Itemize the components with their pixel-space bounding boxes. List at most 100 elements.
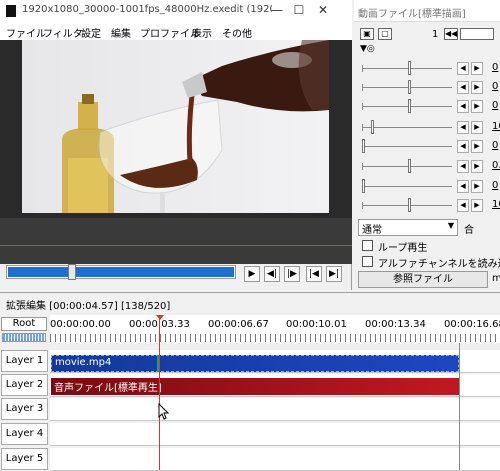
layer-label[interactable]: Layer 3 [1, 398, 48, 420]
frame-field[interactable] [460, 28, 494, 40]
decrement-icon[interactable]: ◀ [457, 160, 469, 173]
clip-icon[interactable]: ▢ [378, 28, 392, 40]
mouse-pointer-icon [158, 403, 170, 420]
slider-knob[interactable] [362, 139, 365, 153]
next-frame-icon[interactable]: |▶ [284, 266, 300, 282]
increment-icon[interactable]: ▶ [471, 62, 483, 75]
decrement-icon[interactable]: ◀ [457, 180, 469, 193]
playhead-line[interactable] [159, 315, 160, 470]
decrement-icon[interactable]: ◀ [457, 199, 469, 212]
layer-label[interactable]: Layer 2 [1, 374, 48, 396]
decrement-icon[interactable]: ◀ [457, 121, 469, 134]
video-clip[interactable]: movie.mp4 [51, 355, 459, 372]
menu-filter[interactable]: フィルタ [43, 25, 83, 40]
decrement-icon[interactable]: ◀ [457, 140, 469, 153]
slider-track[interactable] [362, 143, 452, 150]
timeline-title: 拡張編集 [00:00:04.57] [138/520] [6, 301, 171, 312]
decrement-icon[interactable]: ◀ [457, 81, 469, 94]
video-preview-area [0, 40, 352, 218]
slider-value[interactable]: 0 [492, 62, 498, 73]
slider-value[interactable]: 0.0 [492, 160, 500, 171]
slider-knob[interactable] [407, 99, 411, 113]
slider-value[interactable]: 0 [492, 180, 498, 191]
frame-back-icon[interactable]: ◀◀ [444, 28, 458, 40]
play-icon[interactable]: ▶ [244, 266, 260, 282]
chevron-down-icon[interactable]: ▼ [448, 221, 454, 230]
increment-icon[interactable]: ▶ [471, 140, 483, 153]
increment-icon[interactable]: ▶ [471, 81, 483, 94]
increment-icon[interactable]: ▶ [471, 160, 483, 173]
menu-other[interactable]: その他 [222, 25, 252, 40]
blend-mode-select[interactable]: 通常 ▼ [358, 219, 458, 236]
menu-profile[interactable]: プロファイル [140, 25, 200, 40]
slider-knob[interactable] [407, 61, 411, 75]
time-ruler[interactable]: 00:00:00.00 00:00:03.33 00:00:06.67 00:0… [50, 315, 500, 343]
reference-file-button[interactable]: 参照ファイル [358, 271, 488, 288]
properties-window: 動画ファイル[標準描画] ▣ ▢ 1 ◀◀ ▼◎ ◀ ▶ 0 ◀ ▶ 0 ◀ ▶… [354, 0, 500, 290]
slider-row: ◀ ▶ 10 [354, 196, 500, 215]
seek-bar[interactable] [6, 264, 236, 280]
blend-label: 合 [464, 225, 474, 236]
menu-edit[interactable]: 編集 [111, 25, 131, 40]
loop-label: ループ再生 [378, 243, 428, 254]
decrement-icon[interactable]: ◀ [457, 62, 469, 75]
collapse-icon[interactable]: ▼◎ [360, 44, 375, 54]
slider-value[interactable]: 0 [492, 100, 498, 111]
audio-clip[interactable]: 音声ファイル[標準再生] [51, 378, 459, 395]
menu-view[interactable]: 表示 [192, 25, 212, 40]
slider-row: ◀ ▶ 0 [354, 97, 500, 116]
increment-icon[interactable]: ▶ [471, 180, 483, 193]
timeline-end-line [459, 343, 460, 470]
camera-control-icon[interactable]: ▣ [360, 28, 374, 40]
close-icon[interactable]: ✕ [316, 3, 330, 17]
slider-knob[interactable] [407, 198, 411, 212]
maximize-icon[interactable]: ☐ [292, 3, 306, 17]
menu-settings[interactable]: 設定 [81, 25, 101, 40]
alpha-checkbox[interactable] [362, 256, 373, 267]
slider-value[interactable]: 0 [492, 81, 498, 92]
prev-frame-icon[interactable]: ◀| [264, 266, 280, 282]
root-tab[interactable]: Root [1, 317, 47, 331]
layer-label[interactable]: Layer 5 [1, 448, 48, 470]
go-start-icon[interactable]: |◀ [306, 266, 322, 282]
ruler-label: 00:00:10.01 [286, 319, 347, 330]
properties-title-bar: 動画ファイル[標準描画] [354, 0, 500, 22]
layer-label[interactable]: Layer 1 [1, 350, 48, 372]
go-end-icon[interactable]: ▶| [326, 266, 342, 282]
slider-row: ◀ ▶ 0 [354, 177, 500, 196]
slider-track[interactable] [362, 183, 452, 190]
playhead-marker[interactable] [156, 315, 164, 320]
app-icon [6, 5, 16, 17]
increment-icon[interactable]: ▶ [471, 121, 483, 134]
minimize-icon[interactable]: — [270, 3, 284, 17]
slider-row: ◀ ▶ 0 [354, 78, 500, 97]
layer-track[interactable] [50, 423, 500, 446]
reference-file-name: mo [492, 273, 500, 284]
menu-file[interactable]: ファイル [6, 25, 46, 40]
slider-knob[interactable] [407, 159, 411, 173]
decrement-icon[interactable]: ◀ [457, 100, 469, 113]
slider-row: ◀ ▶ 0 [354, 137, 500, 156]
loop-checkbox[interactable] [362, 240, 373, 251]
timeline-window: 拡張編集 [00:00:04.57] [138/520] Root 00:00:… [0, 292, 500, 471]
main-title-bar: 1920x1080_30000-1001fps_48000Hz.exedit (… [0, 0, 352, 22]
slider-value[interactable]: 0 [492, 140, 498, 151]
ruler-label: 00:00:06.67 [208, 319, 269, 330]
slider-track[interactable] [362, 124, 452, 131]
main-window-title: 1920x1080_30000-1001fps_48000Hz.exedit (… [22, 4, 272, 15]
seek-bar-fill [8, 267, 234, 277]
slider-knob[interactable] [370, 120, 374, 134]
seek-bar-thumb[interactable] [68, 264, 77, 280]
slider-value[interactable]: 10 [492, 199, 500, 210]
layer-track[interactable] [50, 448, 500, 471]
zoom-bar[interactable] [2, 333, 46, 342]
properties-toolbar: ▣ ▢ 1 ◀◀ [354, 26, 500, 44]
slider-knob[interactable] [407, 80, 411, 94]
slider-value[interactable]: 100 [492, 121, 500, 132]
slider-knob[interactable] [362, 179, 365, 193]
main-window: 1920x1080_30000-1001fps_48000Hz.exedit (… [0, 0, 352, 290]
increment-icon[interactable]: ▶ [471, 199, 483, 212]
layer-label[interactable]: Layer 4 [1, 423, 48, 445]
layer-track[interactable] [50, 398, 500, 421]
increment-icon[interactable]: ▶ [471, 100, 483, 113]
